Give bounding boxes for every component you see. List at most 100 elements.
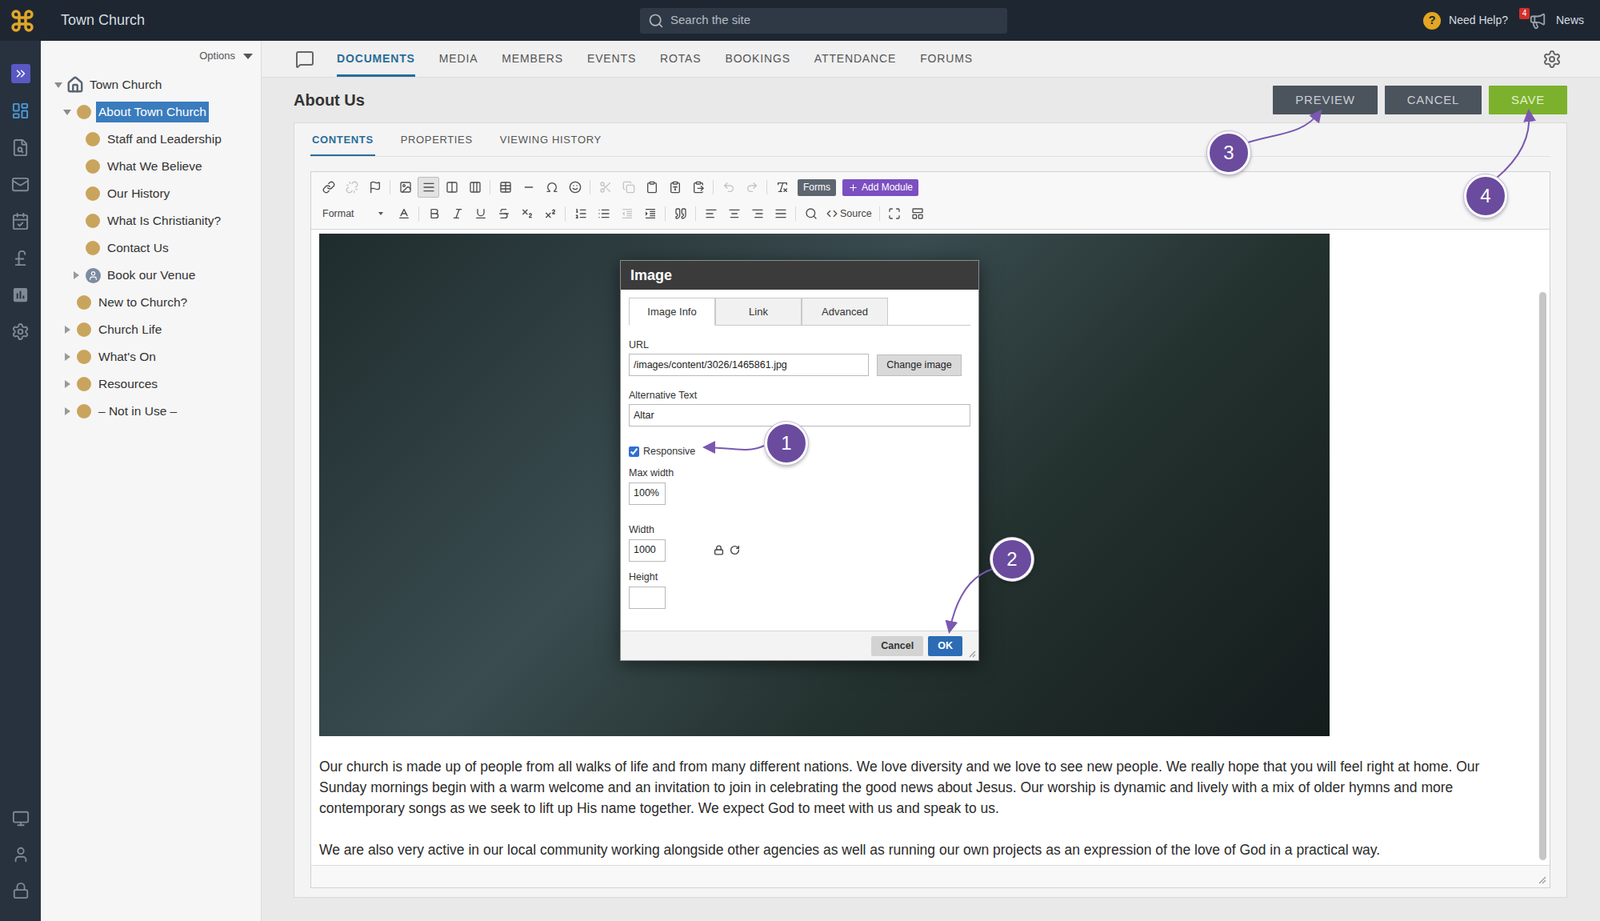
options-dropdown[interactable]: Options [199, 48, 253, 64]
action-button[interactable]: SAVE [1488, 85, 1568, 115]
action-button[interactable]: CANCEL [1384, 85, 1482, 115]
toolbar-button[interactable] [392, 203, 415, 224]
nav-tab[interactable]: ATTENDANCE [814, 40, 896, 77]
dialog-tab[interactable]: Link [715, 297, 802, 326]
rail-item[interactable] [11, 202, 30, 240]
tree-item[interactable]: Staff and Leadership [40, 125, 261, 153]
toolbar-button[interactable] [569, 203, 592, 224]
text-field[interactable] [628, 539, 666, 562]
toolbar-button[interactable] [700, 203, 722, 224]
tree-item[interactable]: About Town Church [40, 98, 261, 126]
help-icon[interactable]: ? [1423, 12, 1441, 30]
toolbar-button[interactable] [639, 203, 661, 224]
text-field[interactable] [628, 404, 971, 427]
rail-toggle[interactable] [11, 55, 31, 92]
toolbar-button[interactable] [616, 203, 638, 224]
toolbar-button[interactable] [687, 176, 709, 198]
toolbar-button[interactable] [446, 203, 468, 224]
rail-item[interactable] [12, 800, 30, 836]
rail-item[interactable] [11, 128, 30, 166]
toolbar-button[interactable] [394, 176, 416, 198]
dialog-tab[interactable]: Advanced [801, 297, 888, 326]
rail-item[interactable] [11, 165, 30, 203]
change-image-button[interactable]: Change image [876, 354, 962, 376]
content-tab[interactable]: CONTENTS [310, 132, 376, 157]
dialog-button[interactable]: OK [928, 636, 963, 656]
action-button[interactable]: PREVIEW [1272, 85, 1377, 115]
nav-tab[interactable]: MEDIA [439, 40, 479, 77]
tree-item[interactable]: Resources [40, 370, 261, 398]
content-paragraph[interactable]: We are also very active in our local com… [319, 839, 1526, 860]
resize-handle-icon[interactable] [1538, 876, 1547, 884]
forms-button[interactable]: Forms [797, 179, 836, 196]
site-title[interactable]: Town Church [60, 9, 145, 32]
gear-icon[interactable] [1542, 49, 1562, 69]
tree-item[interactable]: What We Believe [40, 152, 261, 180]
nav-tab[interactable]: DOCUMENTS [336, 40, 416, 77]
content-tab[interactable]: PROPERTIES [399, 132, 475, 157]
rail-item[interactable] [11, 92, 30, 129]
text-field[interactable] [628, 482, 666, 505]
content-tab[interactable]: VIEWING HISTORY [498, 132, 604, 157]
content-paragraph[interactable]: Our church is made up of people from all… [319, 756, 1526, 819]
logo-icon[interactable] [9, 8, 36, 34]
toolbar-button[interactable] [746, 203, 768, 224]
nav-tab[interactable]: EVENTS [587, 40, 636, 77]
expanded-arrow-icon[interactable] [54, 82, 63, 88]
toolbar-button[interactable] [469, 203, 492, 224]
toolbar-button[interactable] [423, 203, 445, 224]
search-box[interactable]: Search the site [640, 8, 1008, 34]
tree-item[interactable]: Contact Us [40, 234, 261, 262]
toolbar-button[interactable] [317, 176, 340, 198]
toolbar-button[interactable] [907, 203, 929, 224]
nav-tab[interactable]: FORUMS [920, 40, 973, 77]
tree-item[interactable]: New to Church? [40, 288, 261, 316]
dialog-tab[interactable]: Image Info [628, 297, 716, 326]
toolbar-button[interactable] [492, 203, 515, 224]
toolbar-button[interactable] [884, 203, 906, 224]
format-dropdown[interactable]: Format [317, 204, 388, 224]
toolbar-button[interactable] [771, 176, 793, 198]
toolbar-button[interactable] [539, 203, 561, 224]
collapsed-arrow-icon[interactable] [64, 407, 71, 416]
collapsed-arrow-icon[interactable] [64, 380, 71, 388]
text-field[interactable] [628, 586, 666, 609]
dialog-resize-icon[interactable] [968, 650, 976, 658]
source-button[interactable]: Source [823, 204, 876, 224]
tree-item[interactable]: Book our Venue [40, 261, 261, 289]
news-button[interactable]: 4News [1519, 12, 1584, 30]
toolbar-button[interactable] [769, 203, 792, 224]
dialog-button[interactable]: Cancel [871, 636, 924, 656]
lock-ratio-icon[interactable] [713, 544, 724, 556]
message-icon[interactable] [295, 49, 315, 69]
expanded-arrow-icon[interactable] [63, 109, 72, 116]
dialog-header[interactable]: Image [620, 260, 979, 290]
toolbar-button[interactable] [417, 176, 440, 198]
toolbar-button[interactable] [740, 176, 763, 198]
nav-tab[interactable]: BOOKINGS [724, 40, 790, 77]
toolbar-button[interactable] [517, 176, 540, 198]
tree-item[interactable]: – Not in Use – [40, 397, 261, 425]
toolbar-button[interactable] [717, 176, 740, 198]
collapsed-arrow-icon[interactable] [64, 352, 71, 361]
toolbar-button[interactable] [594, 176, 616, 198]
rail-item[interactable] [11, 239, 30, 276]
rail-item[interactable] [11, 276, 30, 313]
toolbar-button[interactable] [516, 203, 538, 224]
toolbar-button[interactable] [669, 203, 692, 224]
rail-item[interactable] [12, 836, 30, 872]
tree-item[interactable]: What Is Christianity? [40, 207, 261, 235]
toolbar-button[interactable] [617, 176, 640, 198]
tree-item[interactable]: What's On [40, 343, 261, 371]
tree-item[interactable]: Town Church [40, 71, 261, 99]
collapsed-arrow-icon[interactable] [64, 325, 71, 334]
add-module-button[interactable]: Add Module [842, 179, 919, 196]
toolbar-button[interactable] [723, 203, 745, 224]
help-link[interactable]: Need Help? [1448, 12, 1508, 29]
tree-item[interactable]: Church Life [40, 316, 261, 344]
toolbar-button[interactable] [540, 176, 563, 198]
toolbar-button[interactable] [440, 176, 463, 198]
reset-size-icon[interactable] [729, 544, 740, 556]
text-field[interactable] [628, 353, 869, 376]
scrollbar[interactable] [1535, 229, 1550, 865]
